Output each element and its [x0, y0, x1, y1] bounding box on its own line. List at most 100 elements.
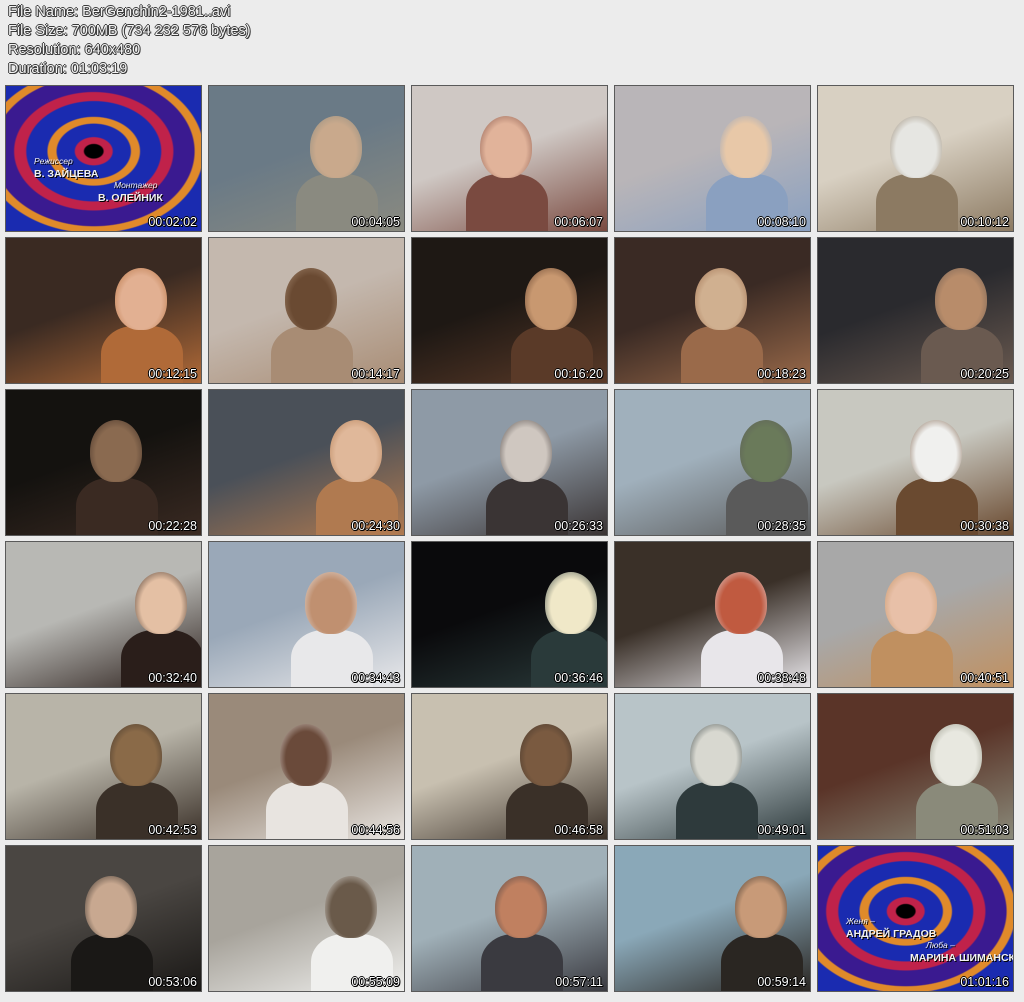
figure-head-shape	[735, 876, 787, 938]
thumbnail-timestamp: 00:55:09	[351, 975, 400, 989]
video-thumbnail: 00:46:58	[411, 693, 608, 840]
video-thumbnail: 00:49:01	[614, 693, 811, 840]
figure-head-shape	[110, 724, 162, 786]
figure-head-shape	[480, 116, 532, 178]
figure-head-shape	[330, 420, 382, 482]
figure-head-shape	[305, 572, 357, 634]
thumbnail-timestamp: 00:14:17	[351, 367, 400, 381]
video-thumbnail: Режиссер В. ЗАЙЦЕВА Монтажер В. ОЛЕЙНИК 00:0…	[5, 85, 202, 232]
figure-head-shape	[695, 268, 747, 330]
thumbnail-timestamp: 00:30:38	[960, 519, 1009, 533]
figure-head-shape	[935, 268, 987, 330]
thumbnail-timestamp: 00:10:12	[960, 215, 1009, 229]
figure-head-shape	[930, 724, 982, 786]
video-thumbnail: 00:32:40	[5, 541, 202, 688]
thumbnail-timestamp: 00:40:51	[960, 671, 1009, 685]
file-info-header: File Name: BerGenchin2-1981..avi File Si…	[8, 3, 251, 79]
credit-text: В. ОЛЕЙНИК	[98, 192, 163, 204]
credit-text: Режиссер	[34, 156, 73, 166]
thumbnail-timestamp: 00:32:40	[148, 671, 197, 685]
video-thumbnail: 00:24:30	[208, 389, 405, 536]
video-thumbnail: 00:20:25	[817, 237, 1014, 384]
file-name-text: File Name: BerGenchin2-1981..avi	[8, 4, 231, 20]
thumbnail-timestamp: 00:46:58	[554, 823, 603, 837]
figure-head-shape	[325, 876, 377, 938]
figure-body-shape	[681, 326, 763, 383]
credit-text: Люба –	[926, 940, 955, 950]
thumbnail-timestamp: 00:44:56	[351, 823, 400, 837]
figure-head-shape	[520, 724, 572, 786]
thumbnail-timestamp: 00:57:11	[555, 975, 603, 989]
figure-body-shape	[876, 174, 958, 231]
thumbnail-timestamp: 00:49:01	[757, 823, 806, 837]
thumbnail-timestamp: 00:51:03	[960, 823, 1009, 837]
thumbnail-timestamp: 00:28:35	[757, 519, 806, 533]
thumbnail-timestamp: 00:42:53	[148, 823, 197, 837]
figure-head-shape	[495, 876, 547, 938]
video-thumbnail: 00:16:20	[411, 237, 608, 384]
video-thumbnail: 00:06:07	[411, 85, 608, 232]
thumbnail-timestamp: 00:16:20	[554, 367, 603, 381]
thumbnail-timestamp: 00:36:46	[554, 671, 603, 685]
thumbnail-timestamp: 00:08:10	[757, 215, 806, 229]
figure-head-shape	[890, 116, 942, 178]
thumbnail-timestamp: 01:01:16	[960, 975, 1009, 989]
thumbnail-timestamp: 00:18:23	[757, 367, 806, 381]
video-thumbnail: 00:42:53	[5, 693, 202, 840]
credit-text: Монтажер	[114, 180, 158, 190]
video-thumbnail: 00:18:23	[614, 237, 811, 384]
figure-head-shape	[285, 268, 337, 330]
thumbnail-timestamp: 00:34:43	[351, 671, 400, 685]
thumbnail-timestamp: 00:38:48	[757, 671, 806, 685]
thumbnail-timestamp: 00:53:06	[148, 975, 197, 989]
figure-head-shape	[115, 268, 167, 330]
video-thumbnail: 00:44:56	[208, 693, 405, 840]
video-thumbnail: 00:34:43	[208, 541, 405, 688]
figure-head-shape	[310, 116, 362, 178]
file-size-text: File Size: 700MB (734 232 576 bytes)	[8, 23, 251, 39]
credit-text: АНДРЕЙ ГРАДОВ	[846, 928, 937, 940]
video-thumbnail: 00:38:48	[614, 541, 811, 688]
video-thumbnail: 00:14:17	[208, 237, 405, 384]
video-thumbnail: 00:26:33	[411, 389, 608, 536]
figure-head-shape	[720, 116, 772, 178]
duration-text: Duration: 01:03:19	[8, 61, 128, 77]
figure-head-shape	[500, 420, 552, 482]
thumbnail-timestamp: 00:26:33	[554, 519, 603, 533]
figure-head-shape	[910, 420, 962, 482]
figure-head-shape	[545, 572, 597, 634]
thumbnail-timestamp: 00:59:14	[757, 975, 806, 989]
figure-head-shape	[885, 572, 937, 634]
video-thumbnail: Женя – АНДРЕЙ ГРАДОВЛюба – МАРИНА ШИМАНСКА…	[817, 845, 1014, 992]
resolution-text: Resolution: 640x480	[8, 42, 141, 58]
figure-body-shape	[271, 326, 353, 383]
video-thumbnail: 00:08:10	[614, 85, 811, 232]
thumbnail-timestamp: 00:04:05	[351, 215, 400, 229]
figure-body-shape	[481, 934, 563, 991]
thumbnail-timestamp: 00:02:02	[148, 215, 197, 229]
video-thumbnail: 00:59:14	[614, 845, 811, 992]
figure-body-shape	[266, 782, 348, 839]
credit-text: МАРИНА ШИМАНСКАЯ	[910, 952, 1013, 964]
video-thumbnail: 00:22:28	[5, 389, 202, 536]
figure-body-shape	[676, 782, 758, 839]
figure-head-shape	[525, 268, 577, 330]
figure-body-shape	[71, 934, 153, 991]
credit-text: В. ЗАЙЦЕВА	[34, 168, 99, 180]
video-thumbnail: 00:51:03	[817, 693, 1014, 840]
video-thumbnail: 00:57:11	[411, 845, 608, 992]
thumbnail-grid: Режиссер В. ЗАЙЦЕВА Монтажер В. ОЛЕЙНИК 00:0…	[5, 85, 1015, 993]
thumbnail-timestamp: 00:22:28	[148, 519, 197, 533]
video-thumbnail: 00:10:12	[817, 85, 1014, 232]
credit-text: Женя –	[846, 916, 875, 926]
video-thumbnail: 00:53:06	[5, 845, 202, 992]
figure-head-shape	[690, 724, 742, 786]
thumbnail-timestamp: 00:24:30	[351, 519, 400, 533]
figure-body-shape	[76, 478, 158, 535]
video-thumbnail: 00:12:15	[5, 237, 202, 384]
thumbnail-timestamp: 00:20:25	[960, 367, 1009, 381]
figure-body-shape	[871, 630, 953, 687]
figure-head-shape	[740, 420, 792, 482]
figure-head-shape	[715, 572, 767, 634]
thumbnail-timestamp: 00:06:07	[554, 215, 603, 229]
